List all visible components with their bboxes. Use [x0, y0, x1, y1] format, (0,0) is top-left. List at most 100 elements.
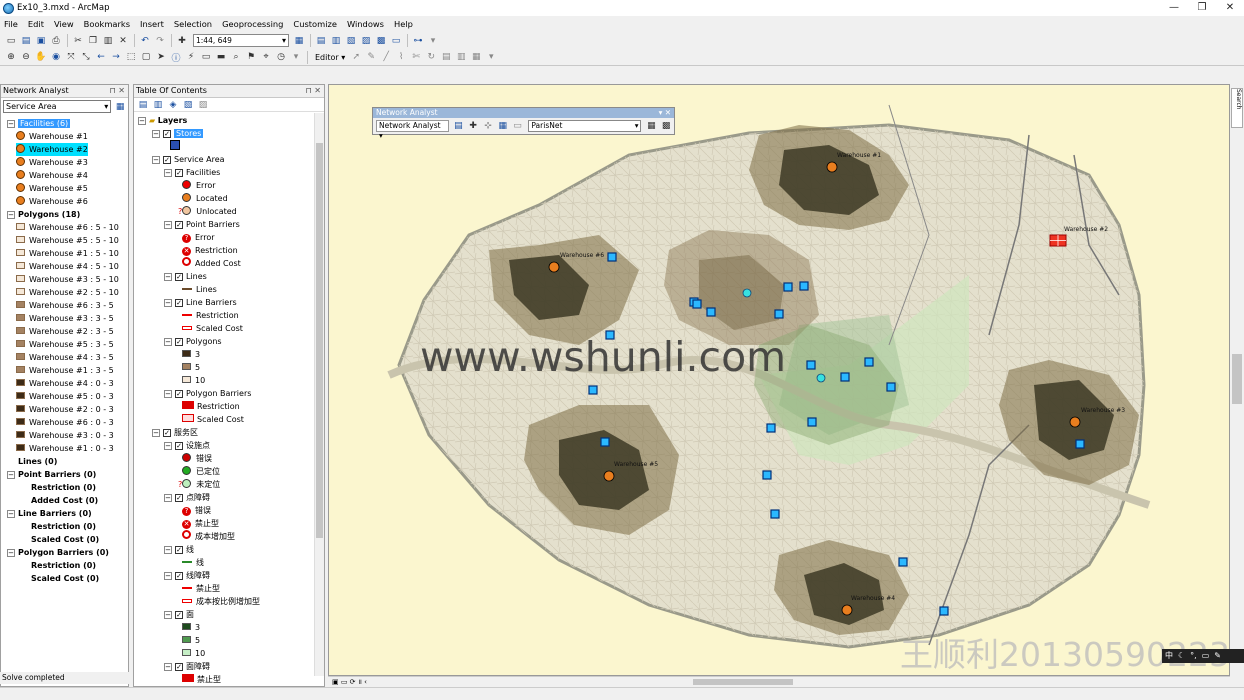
store-marker[interactable] [840, 372, 850, 382]
create-features-icon[interactable]: ▦ [469, 51, 483, 64]
network-dataset-select[interactable]: ParisNet [528, 120, 642, 132]
fixed-zoom-out-icon[interactable]: ⤡ [79, 51, 93, 64]
collapse-icon[interactable]: − [7, 549, 15, 557]
point-barriers-sublayer[interactable]: − ✓ Point Barriers [164, 218, 240, 231]
search-window-icon[interactable]: ▧ [344, 34, 358, 47]
pg-restriction[interactable]: Restriction (0) [31, 559, 96, 572]
menu-bookmarks[interactable]: Bookmarks [84, 19, 130, 29]
polygon-item[interactable]: Warehouse #5 : 5 - 10 [16, 234, 119, 247]
menu-file[interactable]: File [4, 19, 18, 29]
visibility-checkbox[interactable]: ✓ [175, 663, 183, 671]
scroll-thumb[interactable] [693, 679, 793, 685]
menu-selection[interactable]: Selection [174, 19, 212, 29]
cn-service-area-layer[interactable]: − ✓ 服务区 [152, 426, 198, 439]
search-side-tab[interactable]: Search [1231, 88, 1243, 128]
na-window-icon[interactable]: ▤ [452, 120, 466, 133]
split-icon[interactable]: ✄ [409, 51, 423, 64]
store-marker[interactable] [898, 557, 908, 567]
polygon-item[interactable]: Warehouse #1 : 0 - 3 [16, 442, 114, 455]
visibility-checkbox[interactable]: ✓ [175, 611, 183, 619]
map-horizontal-scrollbar[interactable]: ▣ ▭ ⟳ ॥ ‹ [328, 676, 1230, 687]
store-marker[interactable] [607, 252, 617, 262]
lines-sublayer[interactable]: − ✓ Lines [164, 270, 207, 283]
attributes-icon[interactable]: ▤ [439, 51, 453, 64]
edit-tool-icon[interactable]: ➚ [349, 51, 363, 64]
new-document-icon[interactable]: ▭ [4, 34, 18, 47]
polygons-group[interactable]: − Polygons (18) [7, 208, 80, 221]
visibility-checkbox[interactable]: ✓ [175, 273, 183, 281]
store-marker[interactable] [783, 282, 793, 292]
polygon-item[interactable]: Warehouse #4 : 0 - 3 [16, 377, 114, 390]
cn-line-barriers-sublayer[interactable]: − ✓ 线障碍 [164, 569, 210, 582]
ime-moon-icon[interactable]: ☾ [1178, 649, 1185, 663]
find-icon[interactable]: ⌕ [229, 51, 243, 64]
toolbar-options-icon[interactable]: ▾ [289, 51, 303, 64]
find-route-icon[interactable]: ⚑ [244, 51, 258, 64]
menu-insert[interactable]: Insert [140, 19, 164, 29]
list-by-selection-icon[interactable]: ▧ [181, 98, 195, 111]
collapse-icon[interactable]: − [7, 211, 15, 219]
visibility-checkbox[interactable]: ✓ [175, 221, 183, 229]
ime-keyboard-icon[interactable]: ▭ [1202, 649, 1210, 663]
visibility-checkbox[interactable]: ✓ [175, 442, 183, 450]
pin-close-icon[interactable]: ⊓ ✕ [306, 85, 322, 97]
visibility-checkbox[interactable]: ✓ [175, 299, 183, 307]
layer-properties-icon[interactable]: ▦ [113, 100, 127, 113]
point-barriers-group[interactable]: − Point Barriers (0) [7, 468, 96, 481]
collapse-icon[interactable]: − [164, 390, 172, 398]
analysis-layer-select[interactable]: Service Area [3, 100, 112, 113]
visibility-checkbox[interactable]: ✓ [175, 546, 183, 554]
polygon-item[interactable]: Warehouse #3 : 0 - 3 [16, 429, 114, 442]
polygon-item[interactable]: Warehouse #1 : 3 - 5 [16, 364, 114, 377]
minimize-button[interactable]: — [1160, 0, 1188, 16]
sketch-properties-icon[interactable]: ▥ [454, 51, 468, 64]
list-by-visibility-icon[interactable]: ◈ [166, 98, 180, 111]
visibility-checkbox[interactable]: ✓ [163, 429, 171, 437]
store-marker[interactable] [762, 470, 772, 480]
stores-layer[interactable]: − ✓ Stores [152, 127, 204, 140]
collapse-icon[interactable]: − [152, 156, 160, 164]
forward-extent-icon[interactable]: → [109, 51, 123, 64]
pb-added-cost[interactable]: Added Cost (0) [31, 494, 98, 507]
python-window-icon[interactable]: ▩ [374, 34, 388, 47]
store-marker[interactable] [864, 357, 874, 367]
store-marker[interactable] [806, 360, 816, 370]
menu-view[interactable]: View [54, 19, 74, 29]
toc-scrollbar[interactable] [314, 113, 324, 676]
collapse-icon[interactable]: − [7, 120, 15, 128]
menu-geoprocessing[interactable]: Geoprocessing [222, 19, 283, 29]
undo-icon[interactable]: ↶ [138, 34, 152, 47]
layers-group[interactable]: − ▰ Layers [138, 114, 187, 127]
print-icon[interactable]: ⎙ [49, 34, 63, 47]
visibility-checkbox[interactable]: ✓ [163, 156, 171, 164]
editor-menu[interactable]: Editor ▾ [315, 53, 345, 62]
facilities-header[interactable]: Facilities (6) [18, 119, 71, 128]
redo-icon[interactable]: ↷ [153, 34, 167, 47]
full-extent-icon[interactable]: ◉ [49, 51, 63, 64]
polygon-item[interactable]: Warehouse #2 : 5 - 10 [16, 286, 119, 299]
polygon-item[interactable]: Warehouse #3 : 5 - 10 [16, 273, 119, 286]
store-marker[interactable] [600, 437, 610, 447]
select-move-location-icon[interactable]: ⊹ [481, 120, 495, 133]
toolbar-options-icon[interactable]: ▾ [484, 51, 498, 64]
ime-punct-icon[interactable]: °, [1190, 649, 1197, 663]
ime-indicator[interactable]: 中 ☾ °, ▭ ✎ [1162, 649, 1244, 663]
polygon-item[interactable]: Warehouse #6 : 0 - 3 [16, 416, 114, 429]
menu-help[interactable]: Help [394, 19, 413, 29]
collapse-icon[interactable]: − [164, 663, 172, 671]
build-network-icon[interactable]: ▦ [644, 120, 658, 133]
visibility-checkbox[interactable]: ✓ [175, 338, 183, 346]
pan-icon[interactable]: ✋ [34, 51, 48, 64]
visibility-checkbox[interactable]: ✓ [175, 169, 183, 177]
visibility-checkbox[interactable]: ✓ [175, 390, 183, 398]
arctoolbox-icon[interactable]: ▨ [359, 34, 373, 47]
collapse-icon[interactable]: − [164, 338, 172, 346]
zoom-out-icon[interactable]: ⊖ [19, 51, 33, 64]
collapse-icon[interactable]: − [164, 494, 172, 502]
layout-view-icon[interactable]: ▣ ▭ ⟳ ॥ ‹ [332, 678, 367, 686]
collapse-icon[interactable]: − [152, 130, 160, 138]
polygons-sublayer[interactable]: − ✓ Polygons [164, 335, 222, 348]
store-marker[interactable] [766, 423, 776, 433]
delete-icon[interactable]: ✕ [116, 34, 130, 47]
stores-layer-label[interactable]: Stores [174, 129, 204, 138]
